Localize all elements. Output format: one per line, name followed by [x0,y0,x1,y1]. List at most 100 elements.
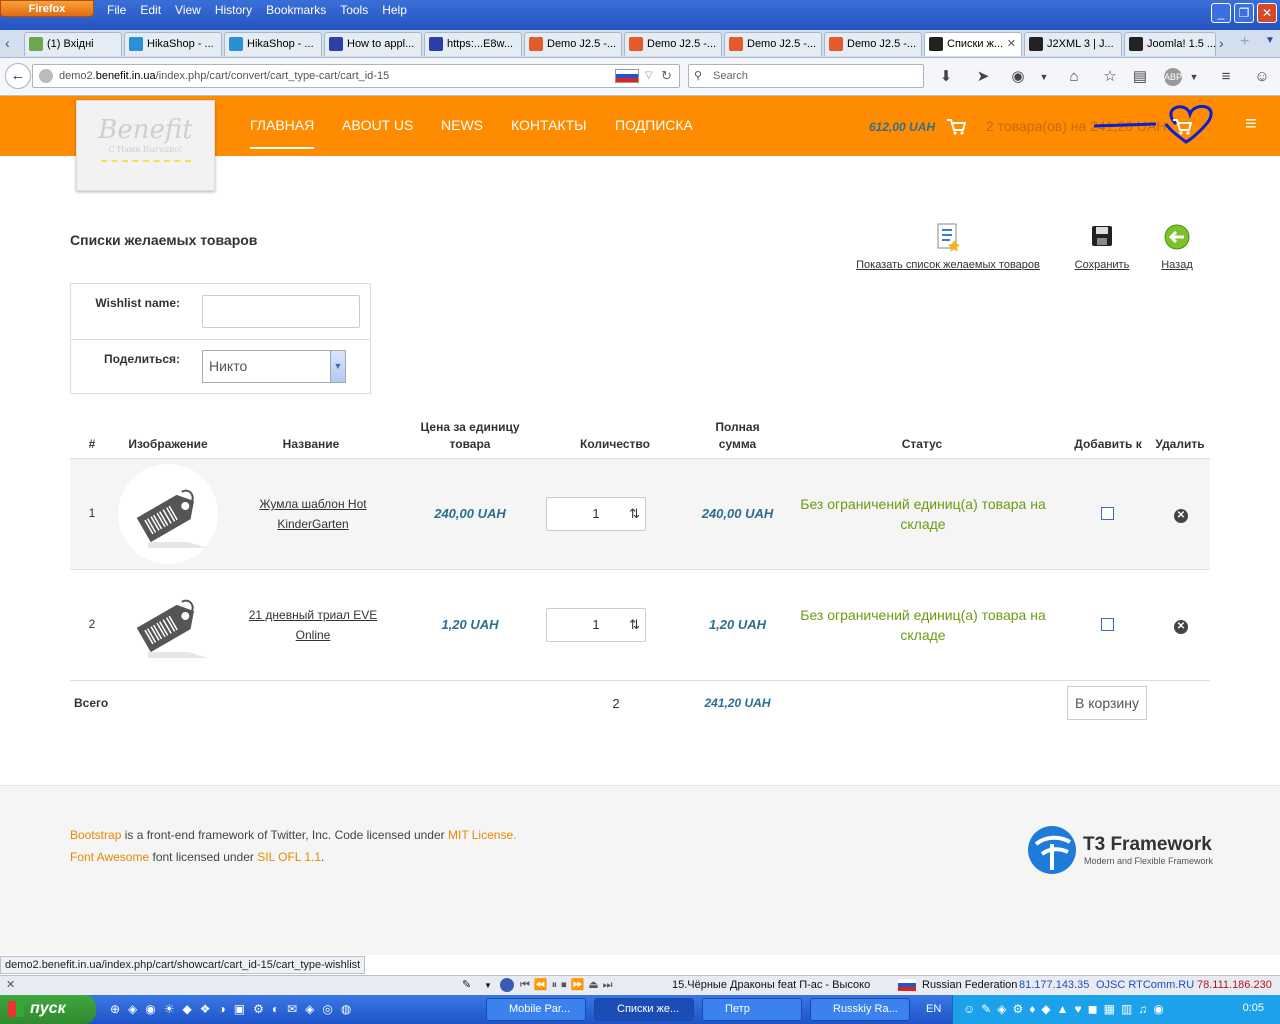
spinner-arrows-icon[interactable]: ⇅ [629,498,640,530]
share-select[interactable]: Никто ▼ [202,350,346,383]
window-titlebar: Firefox File Edit View History Bookmarks… [0,0,1280,30]
send-icon[interactable]: ➤ [973,68,993,86]
menu-toggle-icon[interactable]: ≡ [1245,113,1257,136]
taskbar-task[interactable]: Mobile Par... [486,998,586,1021]
new-tab-icon[interactable]: + [1240,33,1249,51]
dropdown-icon[interactable]: ▼ [1034,68,1054,86]
download-icon[interactable]: ⬇ [936,68,956,86]
close-tab-icon[interactable]: ✕ [1007,33,1016,55]
tab[interactable]: https:...E8w... [424,32,522,56]
close-addon-bar-icon[interactable]: ✕ [6,976,15,995]
ofl-link[interactable]: SIL OFL 1.1 [257,850,321,864]
joomla-icon [1129,37,1143,51]
delete-icon[interactable]: ✕ [1174,509,1188,523]
tab[interactable]: Demo J2.5 -... [724,32,822,56]
tab[interactable]: HikaShop - ... [124,32,222,56]
tab[interactable]: How to appl... [324,32,422,56]
add-to-cart-button[interactable]: В корзину [1067,686,1147,720]
delete-icon[interactable]: ✕ [1174,620,1188,634]
joomla-icon [629,37,643,51]
spinner-arrows-icon[interactable]: ⇅ [629,609,640,641]
minimize-button[interactable]: _ [1211,3,1231,23]
dropdown-icon[interactable]: ▼ [1184,68,1204,86]
wishlist-name-input[interactable] [202,295,360,328]
show-wishlist-button[interactable]: Показать список желаемых товаров [848,222,1048,272]
nav-news[interactable]: NEWS [441,117,483,133]
firefox-menu-button[interactable]: Firefox [0,0,94,17]
reload-icon[interactable]: ↻ [661,65,672,87]
add-to-cart-checkbox[interactable] [1101,507,1114,520]
dropdown-icon[interactable]: ▼ [484,976,492,995]
joomla-icon [529,37,543,51]
save-button[interactable]: Сохранить [1070,222,1134,272]
language-indicator[interactable]: EN [926,1003,941,1015]
nav-contacts[interactable]: КОНТАКТЫ [511,117,587,133]
tab[interactable]: Demo J2.5 -... [524,32,622,56]
tab[interactable]: (1) Вхідні [24,32,122,56]
cart-icon[interactable] [946,118,966,136]
list-tabs-icon[interactable]: ▼ [1265,35,1275,46]
menu-help[interactable]: Help [375,3,414,17]
nav-home[interactable]: ГЛАВНАЯ [250,117,315,149]
bookmark-star-icon[interactable]: ☆ [1100,68,1120,86]
tab[interactable]: Joomla! 1.5 ... [1124,32,1216,56]
nav-subscribe[interactable]: ПОДПИСКА [615,117,693,133]
footer-line-bootstrap: Bootstrap is a front-end framework of Tw… [70,828,517,842]
menu-history[interactable]: History [208,3,259,17]
menu-edit[interactable]: Edit [133,3,168,17]
globe-icon[interactable] [500,978,514,992]
tab[interactable]: Demo J2.5 -... [624,32,722,56]
menu-view[interactable]: View [168,3,208,17]
site-icon [929,37,943,51]
quantity-stepper[interactable]: 1 ⇅ [546,497,646,531]
start-button[interactable]: пуск [0,995,96,1024]
quantity-stepper[interactable]: 1 ⇅ [546,608,646,642]
tab-scroll-right-icon[interactable]: › [1219,35,1224,51]
page-title: Списки желаемых товаров [70,232,258,248]
product-tag-image[interactable] [118,578,218,668]
product-name-link[interactable]: 21 дневный триал EVE Online [246,605,380,645]
site-logo[interactable]: Benefit С Нами Выгодно! [76,100,215,191]
nav-about[interactable]: ABOUT US [342,117,413,133]
tab-scroll-left-icon[interactable]: ‹ [5,35,10,51]
taskbar-task[interactable]: Петр [702,998,802,1021]
back-icon[interactable]: ← [5,63,31,89]
tab[interactable]: J2XML 3 | J... [1024,32,1122,56]
tab[interactable]: Demo J2.5 -... [824,32,922,56]
product-tag-image[interactable] [118,464,218,564]
search-input[interactable]: ⚲ Search [688,64,924,88]
font-awesome-link[interactable]: Font Awesome [70,850,149,864]
url-bar[interactable]: demo2.benefit.in.ua/index.php/cart/conve… [32,64,680,88]
cart-icon[interactable] [1172,118,1192,136]
tray-icons[interactable]: ☺✎◈⚙♦◆▲♥◼▦▥♫◉ [963,1002,1170,1016]
t3-framework-logo[interactable]: T3 Framework Modern and Flexible Framewo… [1026,824,1216,878]
menu-bookmarks[interactable]: Bookmarks [259,3,333,17]
mit-license-link[interactable]: MIT License [448,828,513,842]
chat-icon[interactable]: ◉ [1008,68,1028,86]
hamburger-menu-icon[interactable]: ≡ [1216,68,1236,86]
taskbar-task[interactable]: Russkiy Ra... [810,998,910,1021]
player-controls[interactable]: ⏮⏪⏸⏹⏩⏏⏭ [520,976,617,995]
adblock-icon[interactable]: ABP [1164,68,1182,86]
hikashop-icon [229,37,243,51]
dropdown-icon[interactable]: ▽ [645,65,653,87]
quick-launch-icons[interactable]: ⊕◈◉☀◆❖◑▣⚙◐✉◈◎◍ [110,1002,359,1016]
player-icon[interactable]: ✎ [462,976,471,995]
home-icon[interactable]: ⌂ [1064,68,1084,86]
clipboard-icon[interactable]: ▤ [1130,68,1150,86]
back-button[interactable]: Назад [1154,222,1200,272]
close-window-button[interactable]: ✕ [1257,3,1277,23]
maximize-button[interactable]: ❐ [1234,3,1254,23]
tab-active[interactable]: Списки ж... ✕ [924,32,1022,56]
taskbar-task-active[interactable]: Списки же... [594,998,694,1021]
product-name-link[interactable]: Жумла шаблон Hot KinderGarten [246,494,380,534]
tab[interactable]: HikaShop - ... [224,32,322,56]
wishlist-name-label: Wishlist name: [95,296,180,310]
add-to-cart-checkbox[interactable] [1101,618,1114,631]
smiley-icon[interactable]: ☺ [1252,68,1272,86]
cart-total[interactable]: 612,00 UAH [869,120,935,134]
bootstrap-link[interactable]: Bootstrap [70,828,121,842]
menu-tools[interactable]: Tools [333,3,375,17]
menu-file[interactable]: File [100,3,133,17]
footer-line-fontawesome: Font Awesome font licensed under SIL OFL… [70,850,325,864]
